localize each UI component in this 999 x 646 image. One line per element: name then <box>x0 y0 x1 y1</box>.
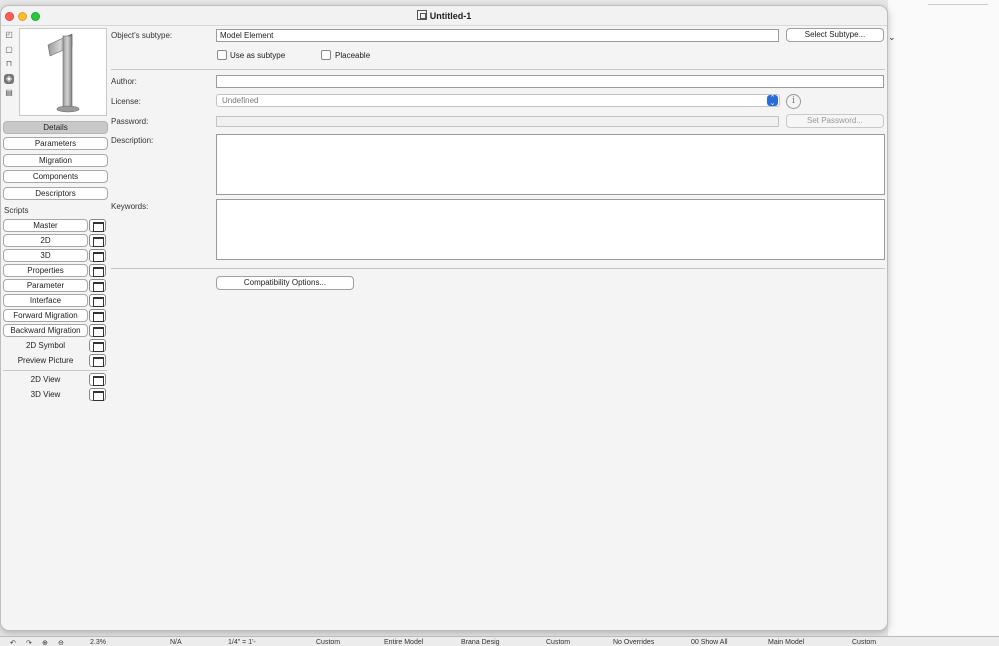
subtype-field[interactable]: Model Element <box>216 29 779 42</box>
script-2d-view[interactable]: 2D View <box>3 373 88 386</box>
placeable-label: Placeable <box>335 51 371 60</box>
use-as-subtype-checkbox[interactable] <box>217 50 227 60</box>
object-editor-window: Untitled-1 ◰ ▢ ⊓ ◈ ▤ Details Parameters … <box>0 5 888 631</box>
redo-icon[interactable]: ↷ <box>26 639 32 646</box>
script-3d[interactable]: 3D <box>3 249 88 262</box>
subtype-label: Object's subtype: <box>111 31 173 40</box>
nav-migration[interactable]: Migration <box>3 154 108 167</box>
structure-display[interactable]: Main Model <box>768 639 804 646</box>
author-field[interactable] <box>216 75 884 88</box>
graphic-overrides[interactable]: No Overrides <box>613 639 654 646</box>
title-bar: Untitled-1 <box>1 6 887 26</box>
open-window-icon[interactable] <box>89 354 106 367</box>
open-window-icon[interactable] <box>89 279 106 292</box>
zoom-out-icon[interactable]: ⊖ <box>58 639 64 646</box>
use-as-subtype-label: Use as subtype <box>230 51 286 60</box>
laptop-icon[interactable]: ⊓ <box>4 59 14 69</box>
script-preview-picture[interactable]: Preview Picture <box>3 354 88 367</box>
undo-icon[interactable]: ↶ <box>10 639 16 646</box>
script-2d-symbol[interactable]: 2D Symbol <box>3 339 88 352</box>
script-interface[interactable]: Interface <box>3 294 88 307</box>
pen-set[interactable]: Brana Desig <box>461 639 500 646</box>
script-master[interactable]: Master <box>3 219 88 232</box>
open-window-icon[interactable] <box>89 324 106 337</box>
select-subtype-button[interactable]: Select Subtype... <box>786 28 884 42</box>
info-icon[interactable]: i <box>786 94 801 109</box>
open-window-icon[interactable] <box>89 264 106 277</box>
script-properties[interactable]: Properties <box>3 264 88 277</box>
square-icon[interactable]: ▢ <box>4 45 14 55</box>
dimension-standard[interactable]: Custom <box>852 639 876 646</box>
password-label: Password: <box>111 117 149 126</box>
section-divider <box>111 268 885 269</box>
description-textarea[interactable] <box>216 134 885 195</box>
scripts-heading: Scripts <box>4 206 29 215</box>
nav-components[interactable]: Components <box>3 170 108 183</box>
compatibility-options-button[interactable]: Compatibility Options... <box>216 276 354 290</box>
license-label: License: <box>111 97 141 106</box>
chevron-down-icon[interactable]: ⌄ <box>888 32 896 43</box>
column-preview-image <box>47 33 80 113</box>
author-label: Author: <box>111 77 137 86</box>
scripts-divider <box>3 370 107 371</box>
background-divider <box>928 4 988 5</box>
background-area: ⌄ <box>888 0 999 646</box>
angle-value[interactable]: N/A <box>170 639 182 646</box>
film-icon[interactable]: ▤ <box>4 88 14 98</box>
keywords-textarea[interactable] <box>216 199 885 260</box>
open-window-icon[interactable] <box>89 373 106 386</box>
open-window-icon[interactable] <box>89 388 106 401</box>
script-3d-view[interactable]: 3D View <box>3 388 88 401</box>
script-backward-migration[interactable]: Backward Migration <box>3 324 88 337</box>
open-window-icon[interactable] <box>89 339 106 352</box>
script-parameter[interactable]: Parameter <box>3 279 88 292</box>
nav-details[interactable]: Details <box>3 121 108 134</box>
script-forward-migration[interactable]: Forward Migration <box>3 309 88 322</box>
layer-combination[interactable]: Custom <box>316 639 340 646</box>
renovation-filter[interactable]: 00 Show All <box>691 639 728 646</box>
cube-icon[interactable]: ◈ <box>4 73 14 84</box>
description-label: Description: <box>111 136 154 145</box>
view-mode-icons: ◰ ▢ ⊓ ◈ ▤ <box>4 30 16 103</box>
placeable-checkbox[interactable] <box>321 50 331 60</box>
open-window-icon[interactable] <box>89 219 106 232</box>
set-password-button[interactable]: Set Password... <box>786 114 884 128</box>
open-window-icon[interactable] <box>89 309 106 322</box>
scale-value[interactable]: 1/4" = 1'- <box>228 639 256 646</box>
model-view[interactable]: Entire Model <box>384 639 423 646</box>
chevron-updown-icon: ⌃ ⌄ <box>767 95 778 107</box>
license-select[interactable]: Undefined ⌃ ⌄ <box>216 94 780 107</box>
zoom-in-icon[interactable]: ⊕ <box>42 639 48 646</box>
section-divider <box>111 69 885 70</box>
status-bar: ↶ ↷ ⊕ ⊖ 2.3% N/A 1/4" = 1'- Custom Entir… <box>0 636 999 646</box>
password-field[interactable] <box>216 116 779 127</box>
open-window-icon[interactable] <box>89 249 106 262</box>
zoom-level[interactable]: 2.3% <box>90 639 106 646</box>
document-icon <box>416 10 427 20</box>
window-title: Untitled-1 <box>1 10 887 21</box>
script-2d[interactable]: 2D <box>3 234 88 247</box>
nav-descriptors[interactable]: Descriptors <box>3 187 108 200</box>
model-view-options[interactable]: Custom <box>546 639 570 646</box>
nav-parameters[interactable]: Parameters <box>3 137 108 150</box>
open-window-icon[interactable] <box>89 234 106 247</box>
object-preview <box>19 28 107 116</box>
window-title-text: Untitled-1 <box>429 11 472 21</box>
license-value: Undefined <box>222 96 259 105</box>
keywords-label: Keywords: <box>111 202 149 211</box>
open-window-icon[interactable] <box>89 294 106 307</box>
floor-plan-icon[interactable]: ◰ <box>4 30 14 40</box>
